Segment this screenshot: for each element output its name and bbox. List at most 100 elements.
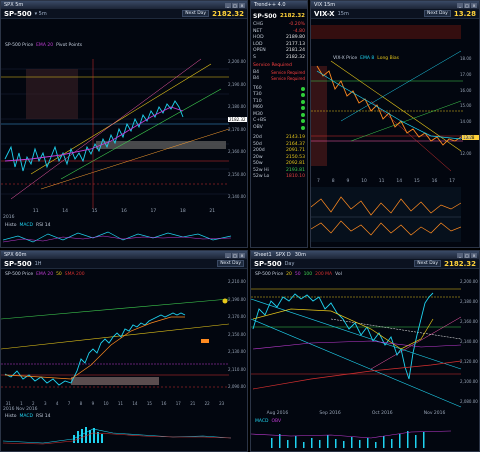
date-tag: 2016 — [3, 215, 15, 220]
price-scale[interactable]: 2,210.00 2,190.00 2,170.00 2,150.00 2,13… — [228, 279, 246, 389]
legend-item[interactable]: SP-500 Price — [5, 272, 33, 277]
window-titlebar[interactable]: Trend++ 4.0 — [251, 1, 307, 9]
status-dot — [301, 125, 305, 130]
legend-item[interactable]: EMA 20 — [36, 43, 53, 48]
window-titlebar[interactable]: VIX 15m _ □ × — [311, 1, 479, 9]
window-tab[interactable]: 30m — [295, 251, 306, 259]
legend-item[interactable]: Vol — [335, 272, 342, 277]
minimize-icon[interactable]: _ — [225, 2, 231, 8]
y-tick: 16.00 — [460, 87, 472, 93]
indicator-pane[interactable] — [3, 228, 233, 248]
next-day-button[interactable]: Next Day — [424, 10, 451, 17]
symbol-label[interactable]: SP-500 — [4, 260, 32, 268]
window-title: Trend++ 4.0 — [254, 2, 286, 8]
legend-item[interactable]: SP-500 Price — [255, 272, 283, 277]
chart-window-spx-day[interactable]: Sheet1 SPX D 30m _ □ × SP-500 Day Next Day… — [250, 250, 480, 452]
symbol-label[interactable]: SP-500 — [254, 260, 282, 268]
legend-item[interactable]: MACD — [20, 414, 34, 419]
x-tick: 2 — [32, 401, 35, 406]
x-tick: 17 — [175, 401, 181, 406]
price-chart[interactable] — [1, 279, 248, 399]
x-tick: 22 — [204, 401, 210, 406]
maximize-icon[interactable]: □ — [232, 2, 238, 8]
price-scale[interactable]: 2,200.00 2,180.00 2,160.00 2,140.00 2,12… — [460, 279, 478, 404]
symbol-label[interactable]: SP-500 — [4, 10, 32, 18]
y-tick: 2,160.00 — [228, 149, 246, 154]
x-tick: 15 — [91, 209, 98, 214]
interval-label[interactable]: 15m — [338, 11, 349, 17]
x-tick: 14 — [396, 179, 403, 184]
indicator-pane[interactable] — [251, 426, 463, 452]
window-tab[interactable]: Sheet1 — [254, 251, 272, 259]
x-tick: 14 — [132, 401, 138, 406]
maximize-icon[interactable]: □ — [464, 252, 470, 258]
chart-window-spx-60m[interactable]: SPX 60m _ □ × SP-500 1H Next Day SP-500 Pr… — [0, 250, 248, 452]
legend-item[interactable]: 100 — [304, 272, 313, 277]
last-price: 2182.32 — [212, 9, 244, 18]
legend-item[interactable]: MACD — [255, 419, 269, 424]
symbol-label[interactable]: VIX-X — [314, 10, 335, 18]
minimize-icon[interactable]: _ — [225, 252, 231, 258]
close-icon[interactable]: × — [239, 252, 245, 258]
y-tick: 2,190.00 — [228, 81, 246, 87]
maximize-icon[interactable]: □ — [232, 252, 238, 258]
legend-item[interactable]: EMA 20 — [36, 272, 53, 277]
x-tick: 4 — [55, 401, 59, 406]
indicator-pane[interactable] — [3, 421, 233, 451]
y-tick: 17.00 — [460, 71, 472, 77]
last-price: 13.28 — [453, 9, 476, 18]
close-icon[interactable]: × — [239, 2, 245, 8]
highlight-zone — [26, 69, 78, 119]
legend-item[interactable]: SP-500 Price — [5, 43, 33, 48]
next-day-button[interactable]: Next Day — [414, 260, 442, 267]
interval-label[interactable]: Day — [285, 261, 295, 267]
interval-label[interactable]: 1H — [35, 261, 42, 267]
price-chart[interactable]: 13.28 — [311, 41, 480, 181]
legend-item[interactable]: RSI 14 — [36, 414, 50, 419]
legend-item[interactable]: OBV — [272, 419, 282, 424]
chart-window-spx-5m[interactable]: SPX 5m _ □ × SP-500 ▾ 5m Next Day 2182.32 … — [0, 0, 248, 248]
legend-item[interactable]: Pivot Points — [56, 43, 82, 48]
y-tick: 2,210.00 — [228, 279, 246, 284]
close-icon[interactable]: × — [471, 2, 477, 8]
x-tick: 15 — [146, 401, 152, 406]
maximize-icon[interactable]: □ — [464, 2, 470, 8]
window-tab[interactable]: SPX D — [276, 251, 291, 259]
x-tick: 16 — [431, 179, 438, 184]
price-chart[interactable]: 2182.32 — [1, 49, 248, 209]
legend-item[interactable]: SMA 200 — [65, 272, 85, 277]
price-chart[interactable] — [251, 279, 463, 411]
symbol-label[interactable]: SP-500 — [253, 13, 277, 20]
date-tag: 2016 Nov 2016 — [3, 407, 38, 412]
legend-item[interactable]: 200 MA — [315, 272, 332, 277]
window-titlebar[interactable]: SPX 60m _ □ × — [1, 251, 247, 259]
price-scale[interactable]: 18.00 17.00 16.00 15.00 14.00 13.00 12.0… — [460, 56, 478, 156]
interval-label[interactable]: ▾ 5m — [35, 11, 47, 17]
window-title: VIX 15m — [314, 2, 336, 8]
time-axis: Aug 2016 Sep 2016 Oct 2016 Nov 2016 — [251, 411, 461, 416]
minimize-icon[interactable]: _ — [457, 252, 463, 258]
x-tick: 7 — [67, 401, 71, 406]
close-icon[interactable]: × — [471, 252, 477, 258]
minimize-icon[interactable]: _ — [457, 2, 463, 8]
next-day-button[interactable]: Next Day — [217, 260, 244, 267]
window-titlebar[interactable]: Sheet1 SPX D 30m _ □ × — [251, 251, 479, 259]
legend-item[interactable]: 20 — [286, 272, 292, 277]
price-scale[interactable]: 2,200.00 2,190.00 2,180.00 2,170.00 2,16… — [228, 59, 246, 199]
y-tick: 2,150.00 — [228, 171, 246, 177]
indicator-pane[interactable] — [311, 187, 461, 242]
legend-item[interactable]: 50 — [56, 272, 62, 277]
next-day-button[interactable]: Next Day — [182, 10, 210, 17]
window-title: SPX 60m — [4, 252, 27, 258]
quote-window[interactable]: Trend++ 4.0 SP-500 2182.32 CHG -0.20% NET… — [250, 0, 308, 248]
legend-item[interactable]: 50 — [295, 272, 301, 277]
x-tick: 11 — [32, 209, 39, 214]
status-dot — [301, 106, 305, 110]
legend-item[interactable]: Histo — [5, 414, 17, 419]
ema-line — [4, 316, 185, 380]
chart-window-vix-15m[interactable]: VIX 15m _ □ × VIX-X 15m Next Day 13.28 VIX… — [310, 0, 480, 248]
y-tick: 2,090.00 — [228, 384, 246, 389]
x-tick: 11 — [117, 401, 124, 406]
x-tick: 3 — [43, 401, 47, 406]
window-titlebar[interactable]: SPX 5m _ □ × — [1, 1, 247, 9]
